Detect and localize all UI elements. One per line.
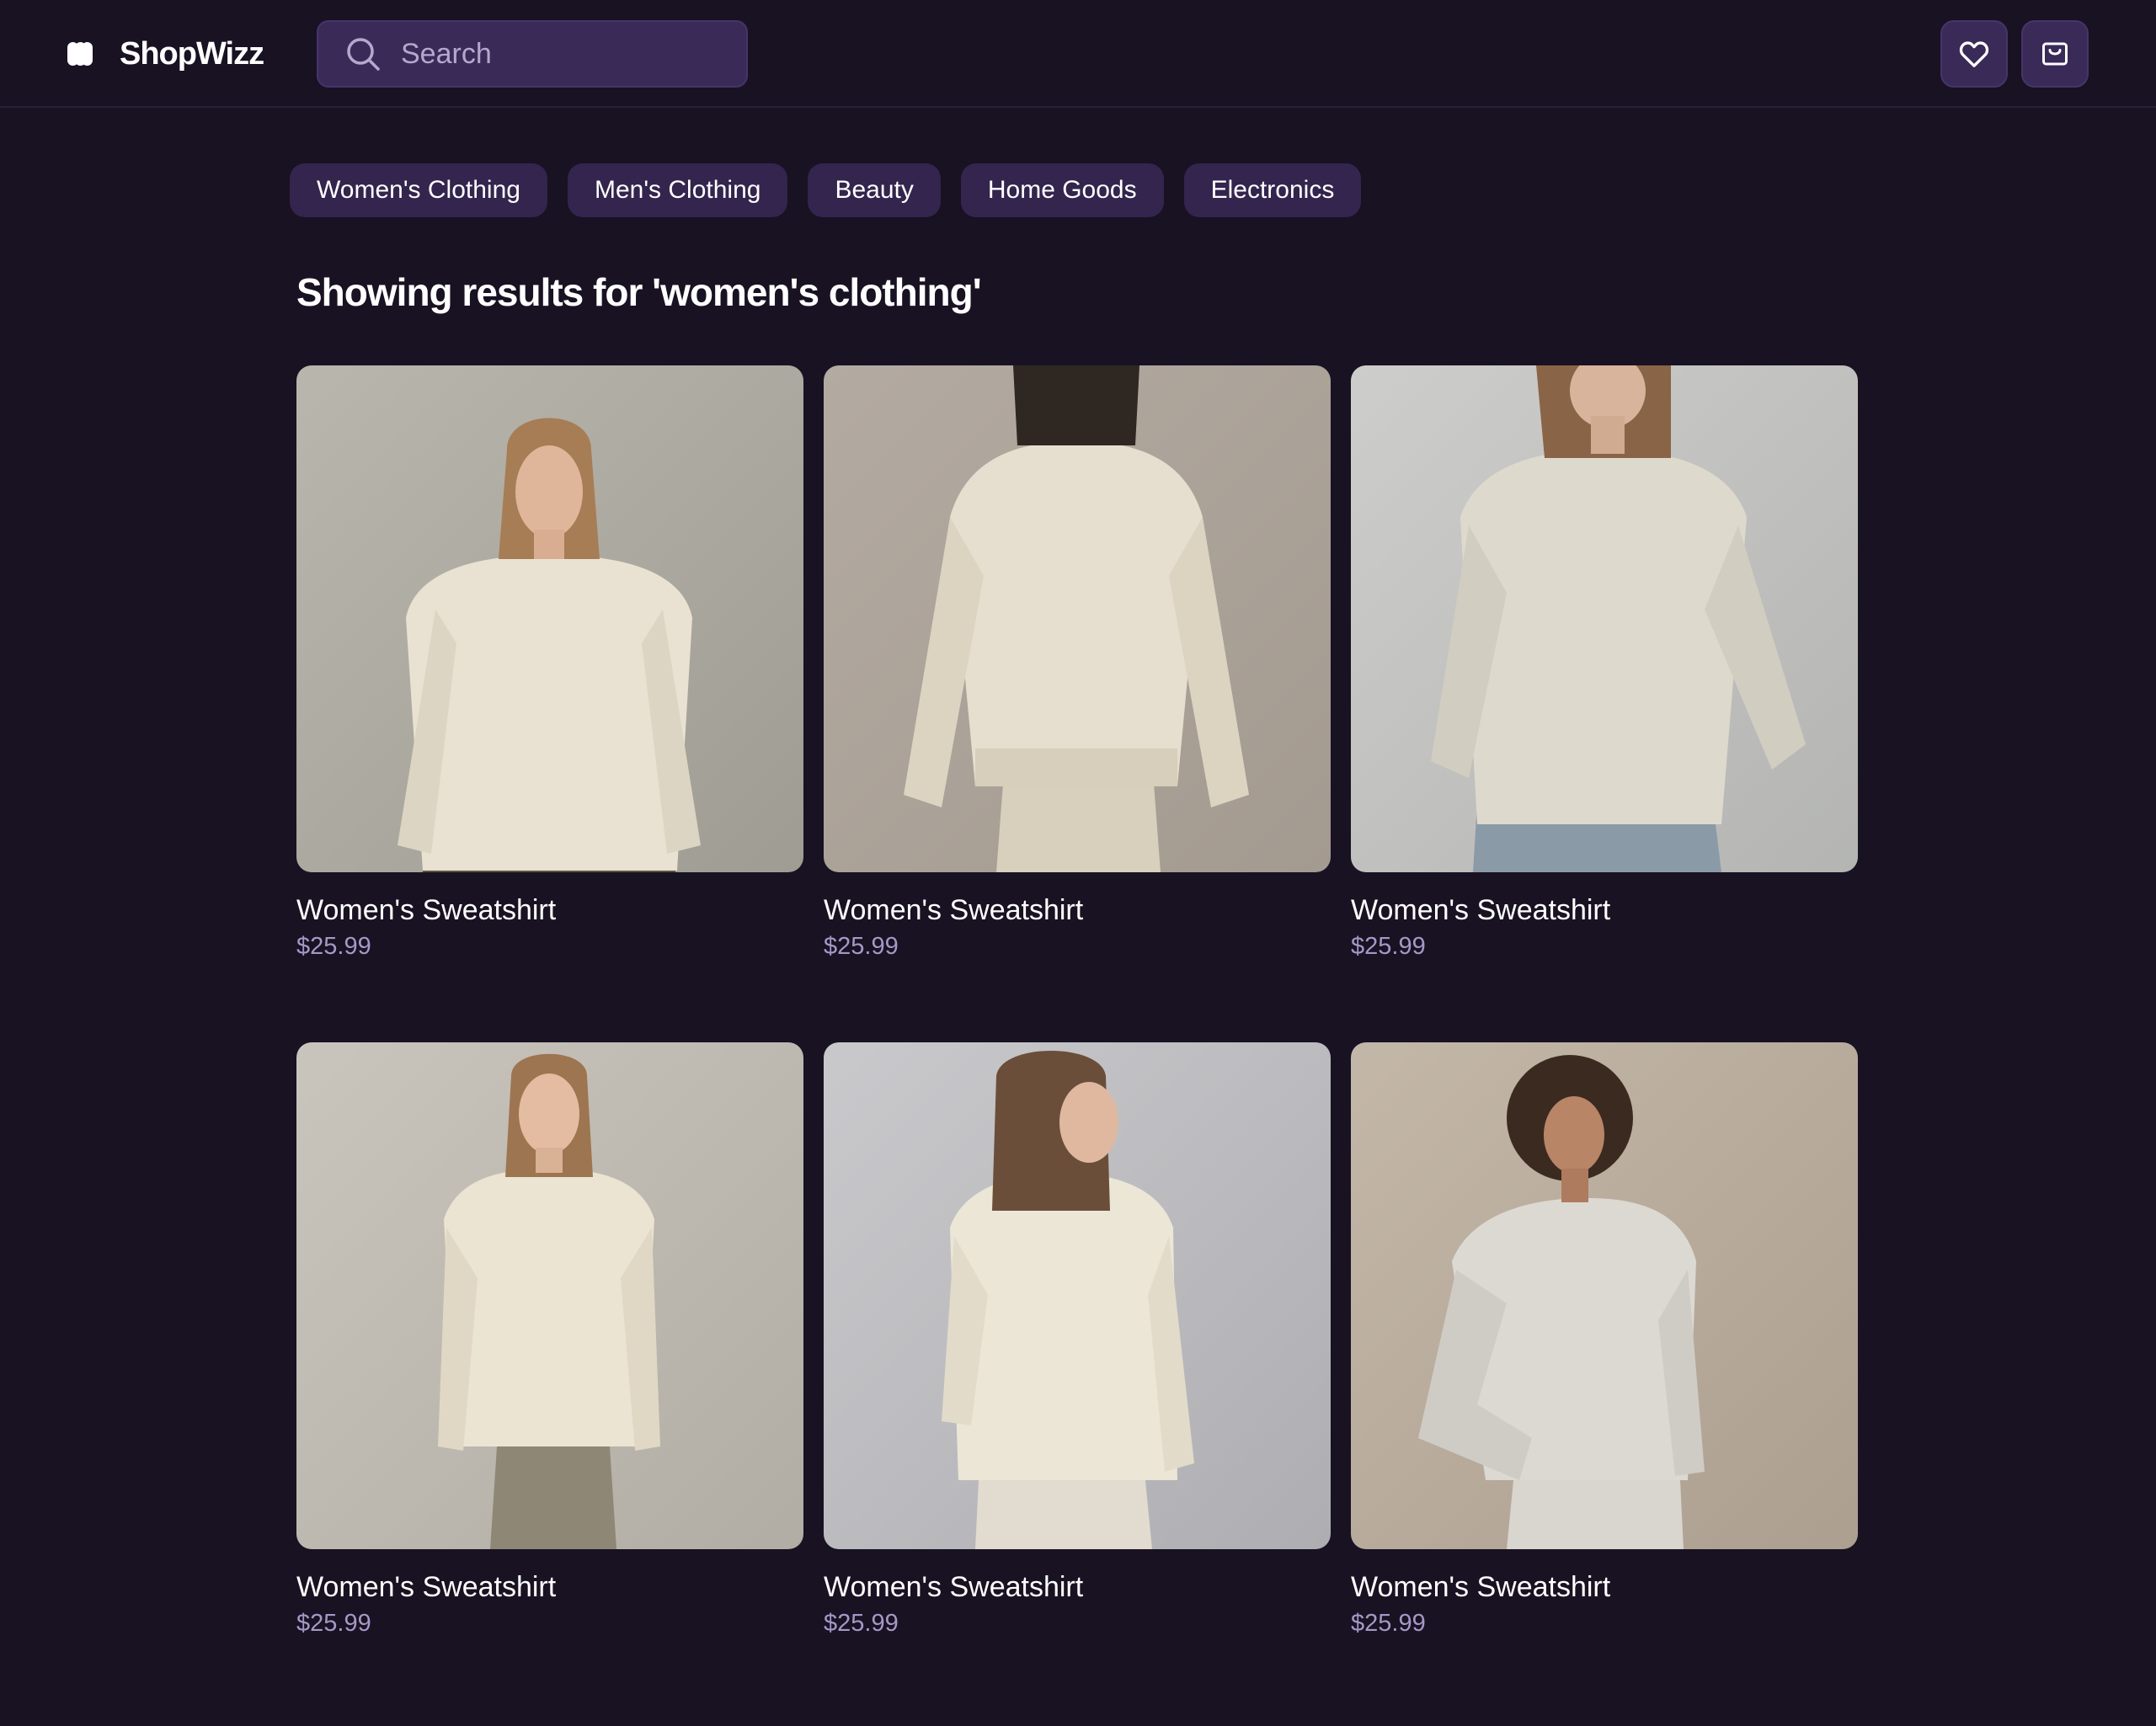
- product-price: $25.99: [824, 933, 899, 960]
- category-filter-bar: Women's Clothing Men's Clothing Beauty H…: [290, 163, 1362, 217]
- product-card[interactable]: Women's Sweatshirt $25.99: [1351, 1042, 1858, 1719]
- category-chip-electronics[interactable]: Electronics: [1183, 163, 1362, 217]
- results-heading: Showing results for 'women's clothing': [296, 270, 982, 314]
- product-image[interactable]: [1351, 1042, 1858, 1549]
- wishlist-button[interactable]: [1940, 20, 2008, 88]
- product-name[interactable]: Women's Sweatshirt: [296, 894, 803, 931]
- product-image[interactable]: [296, 1042, 803, 1549]
- product-image[interactable]: [1351, 365, 1858, 872]
- product-image[interactable]: [296, 365, 803, 872]
- product-price: $25.99: [1351, 1610, 1426, 1637]
- product-card[interactable]: Women's Sweatshirt $25.99: [1351, 365, 1858, 1042]
- brand-name: ShopWizz: [120, 35, 264, 72]
- logo-icon: [67, 40, 93, 67]
- product-card[interactable]: Women's Sweatshirt $25.99: [824, 1042, 1331, 1719]
- product-image[interactable]: [824, 365, 1331, 872]
- category-chip-home-goods[interactable]: Home Goods: [960, 163, 1164, 217]
- category-chip-mens-clothing[interactable]: Men's Clothing: [567, 163, 788, 217]
- product-price: $25.99: [824, 1610, 899, 1637]
- category-chip-womens-clothing[interactable]: Women's Clothing: [290, 163, 547, 217]
- product-name[interactable]: Women's Sweatshirt: [824, 1571, 1331, 1608]
- product-price: $25.99: [296, 1610, 371, 1637]
- search-icon: [347, 38, 380, 71]
- heart-icon: [1959, 41, 1989, 67]
- product-price: $25.99: [296, 933, 371, 960]
- product-grid: Women's Sweatshirt $25.99 Women's Sweats…: [296, 365, 1860, 1719]
- category-chip-beauty[interactable]: Beauty: [808, 163, 941, 217]
- shopping-bag-icon: [2042, 42, 2068, 66]
- product-price: $25.99: [1351, 933, 1426, 960]
- product-name[interactable]: Women's Sweatshirt: [1351, 894, 1858, 931]
- search-input[interactable]: [401, 37, 721, 71]
- product-name[interactable]: Women's Sweatshirt: [1351, 1571, 1858, 1608]
- product-card[interactable]: Women's Sweatshirt $25.99: [296, 1042, 803, 1719]
- search-box[interactable]: [317, 20, 748, 88]
- product-name[interactable]: Women's Sweatshirt: [824, 894, 1331, 931]
- product-card[interactable]: Women's Sweatshirt $25.99: [296, 365, 803, 1042]
- brand-logo[interactable]: ShopWizz: [67, 34, 264, 74]
- cart-button[interactable]: [2021, 20, 2089, 88]
- top-navigation-bar: ShopWizz: [0, 0, 2156, 108]
- product-image[interactable]: [824, 1042, 1331, 1549]
- product-name[interactable]: Women's Sweatshirt: [296, 1571, 803, 1608]
- product-card[interactable]: Women's Sweatshirt $25.99: [824, 365, 1331, 1042]
